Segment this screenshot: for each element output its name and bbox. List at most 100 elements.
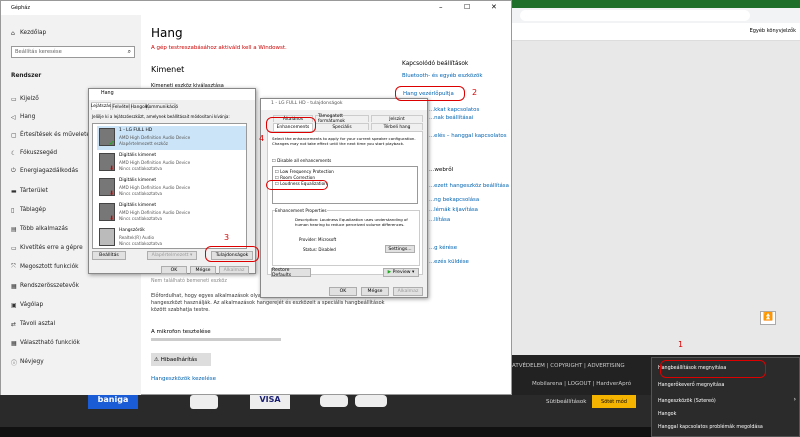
nav-optional[interactable]: ▦ Választható funkciók [11, 337, 139, 349]
search-input[interactable]: Beállítás keresése ⌕ [11, 46, 135, 58]
restore-defaults-button[interactable]: Restore Defaults [271, 268, 311, 278]
play-icon: ▶ [387, 270, 392, 275]
sound-apply-button[interactable]: Alkalmaz [219, 266, 249, 274]
nav-clipboard[interactable]: ▣ Vágólap [11, 299, 139, 311]
nav-components[interactable]: ▦ Rendszerösszetevők [11, 280, 139, 292]
multitask-icon: ▤ [11, 225, 17, 233]
settings-titlebar: Gépház – ☐ ✕ [1, 1, 511, 15]
device-item[interactable]: Digitális kimenet AMD High Definition Au… [97, 201, 246, 225]
set-default-button[interactable]: Alapértelmezett ▾ [147, 251, 197, 260]
sound-dialog-title: Hang [101, 91, 114, 96]
sound-ok-button[interactable]: OK [161, 266, 187, 274]
optional-icon: ▦ [11, 339, 17, 347]
section-title: Rendszer [11, 73, 42, 79]
menu-sound-devices[interactable]: Hangeszközök (Sztereó) [658, 399, 716, 404]
activation-warning[interactable]: A gép testreszabásához aktiváld kell a W… [151, 45, 287, 51]
close-icon[interactable]: ✕ [491, 3, 497, 11]
related-title: Kapcsolódó beállítások [402, 61, 469, 67]
related-link-12[interactable]: ...ezés küldése [429, 259, 469, 265]
props-apply-button[interactable]: Alkalmaz [393, 287, 423, 296]
menu-troubleshoot[interactable]: Hanggal kapcsolatos problémák megoldása [658, 425, 763, 430]
device-item[interactable]: 1 - LG FULL HD AMD High Definition Audio… [97, 126, 246, 150]
speaker-icon: ◁ [11, 113, 16, 121]
page-title: Hang [151, 26, 183, 40]
chevron-right-icon: › [793, 396, 796, 403]
tab-communications[interactable]: Kommunikáció [146, 103, 178, 110]
props-ok-button[interactable]: OK [329, 287, 357, 296]
related-link-9[interactable]: ...lémák kijavítása [429, 207, 478, 213]
mic-test-label: A mikrofon tesztelése [151, 329, 211, 335]
props-cancel-button[interactable]: Mégse [361, 287, 389, 296]
related-link-8[interactable]: ...ng bekapcsolása [429, 197, 479, 203]
tab-spatial[interactable]: Térbeli hang [371, 123, 423, 130]
related-link-11[interactable]: ...g kérése [429, 245, 457, 251]
annotation-circle-3 [205, 246, 259, 262]
related-link-7[interactable]: ...ezett hangeszköz beállítása [429, 183, 509, 189]
cookie-settings[interactable]: Sütibeállítások [546, 399, 586, 405]
related-link-10[interactable]: ...llítása [429, 217, 450, 223]
enhancements-panel: Select the enhancements to apply for you… [267, 131, 423, 275]
disable-all-checkbox[interactable]: ☐ Disable all enhancements [272, 158, 331, 163]
tab-playback[interactable]: Lejátszás [91, 102, 111, 110]
output-title: Kimenet [151, 65, 185, 74]
window-title: Gépház [11, 5, 30, 11]
notification-icon: ▢ [11, 131, 17, 139]
nav-home[interactable]: ⌂ Kezdőlap [11, 27, 139, 39]
nav-remote[interactable]: ⇄ Távoli asztal [11, 318, 139, 330]
dark-mode-button[interactable]: Sötét mód [592, 395, 636, 408]
related-link-6: ...webről [429, 167, 454, 173]
info-icon: ⓘ [11, 359, 18, 367]
device-item[interactable]: Digitális kimenet AMD High Definition Au… [97, 151, 246, 175]
device-item[interactable]: Digitális kimenet AMD High Definition Au… [97, 176, 246, 200]
components-icon: ▦ [11, 282, 17, 290]
annotation-1: 1 [678, 340, 684, 349]
annotation-3: 3 [224, 233, 230, 242]
tab-sounds[interactable]: Hangok [131, 103, 147, 110]
share-icon: ⤧ [11, 263, 16, 270]
status-text: Status: Disabled [303, 247, 336, 252]
apple-pay-logo [320, 395, 348, 407]
props-title: 1 - LG FULL HD - tulajdonságok [271, 101, 343, 106]
related-link-3[interactable]: ...kkat kapcsolatos [429, 107, 479, 113]
related-link-5[interactable]: ...elés – hanggal kapcsolatos [429, 133, 507, 139]
annotation-circle-4 [266, 117, 316, 133]
project-icon: ▭ [11, 244, 17, 252]
tab-recording[interactable]: Felvétel [112, 103, 130, 110]
browser-address-bar[interactable] [520, 10, 750, 21]
sound-dialog-titlebar: Hang [89, 89, 255, 100]
check-icon: ✔ [109, 140, 115, 147]
tab-advanced[interactable]: Speciális [315, 123, 369, 130]
configure-button[interactable]: Beállítás [92, 251, 126, 260]
visa-logo: VISA [250, 395, 290, 409]
disconnected-icon: ⬇ [109, 215, 115, 222]
tablet-icon: ▯ [11, 206, 15, 214]
scroll-top-icon[interactable]: ⏫ [760, 311, 776, 325]
remote-icon: ⇄ [11, 320, 17, 328]
footer-links[interactable]: ATVÉDELEM | COPYRIGHT | ADVERTISING [512, 363, 625, 369]
power-icon: ⏻ [11, 167, 16, 174]
home-icon: ⌂ [11, 29, 15, 37]
sound-cancel-button[interactable]: Mégse [190, 266, 216, 274]
tab-formats[interactable]: Támogatott formátumok [315, 114, 369, 124]
menu-sounds[interactable]: Hangok [658, 412, 676, 417]
preview-button[interactable]: ▶ Preview ▾ [383, 268, 419, 277]
nav-about[interactable]: ⓘ Névjegy [11, 356, 139, 368]
menu-volume-mixer[interactable]: Hangerőkeverő megnyitása [658, 383, 724, 388]
bluetooth-link[interactable]: Bluetooth- és egyéb eszközök [402, 73, 482, 79]
warning-icon: ⚠ [154, 356, 159, 363]
monitor-icon: ▭ [11, 95, 17, 103]
troubleshoot-button[interactable]: ⚠ Hibaelhárítás [151, 353, 211, 366]
other-bookmarks[interactable]: Egyéb könyvjelzők [750, 28, 796, 34]
disconnected-icon: ⬇ [109, 165, 115, 172]
related-link-4[interactable]: ...nak beállításai [429, 115, 473, 121]
settings-button[interactable]: Settings... [385, 245, 415, 253]
low-frequency-checkbox[interactable]: ☐ Low Frequency Protection [275, 169, 334, 174]
minimize-icon[interactable]: – [439, 3, 443, 11]
maximize-icon[interactable]: ☐ [464, 3, 470, 11]
disconnected-icon: ⬇ [109, 190, 115, 197]
manage-devices-link[interactable]: Hangeszközök kezelése [151, 376, 216, 382]
clipboard-icon: ▣ [11, 301, 17, 309]
tab-levels[interactable]: Jelszint [371, 115, 423, 122]
props-description: Description: Loudness Equalization uses … [295, 217, 408, 227]
footer-links-2[interactable]: Mobilarena | LOGOUT | HardverApró [532, 381, 631, 387]
